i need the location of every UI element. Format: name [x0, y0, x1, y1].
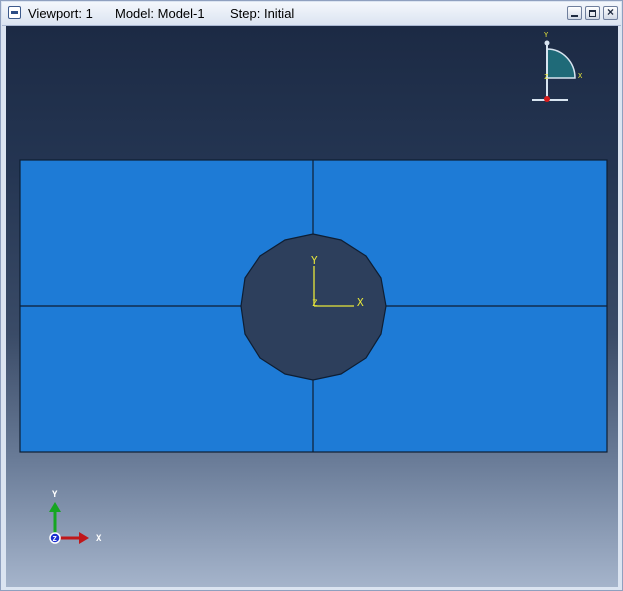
graphics-viewport[interactable]: Y X Z Y X Z Y X Z [6, 26, 618, 587]
local-x-label: X [357, 296, 364, 309]
restore-icon [589, 10, 596, 17]
window-menu-icon[interactable] [8, 6, 21, 19]
close-button[interactable]: × [603, 5, 618, 20]
local-y-label: Y [311, 254, 318, 267]
view-compass[interactable]: Y X Z [532, 31, 583, 102]
viewport-window: Viewport: 1 Model: Model-1 Step: Initial… [0, 0, 623, 591]
local-z-label: Z [312, 299, 318, 309]
triad-y-label: Y [52, 490, 58, 500]
step-label: Step: Initial [230, 6, 295, 21]
close-icon: × [606, 5, 614, 19]
viewport-titlebar[interactable]: Viewport: 1 Model: Model-1 Step: Initial… [2, 2, 621, 26]
viewport-label: Viewport: 1 [28, 6, 93, 21]
model-label: Model: Model-1 [115, 6, 205, 21]
restore-button[interactable] [585, 6, 600, 20]
triad-z-label: Z [53, 535, 57, 543]
compass-x-label: X [578, 72, 583, 80]
compass-y-label: Y [544, 31, 549, 39]
triad-x-label: X [96, 534, 102, 544]
minimize-button[interactable] [567, 6, 582, 20]
viewport-canvas: Y X Z Y X Z Y X Z [19, 31, 608, 544]
minimize-icon [571, 15, 578, 17]
compass-z-label: Z [544, 73, 548, 81]
global-triad: Y X Z [49, 490, 102, 544]
